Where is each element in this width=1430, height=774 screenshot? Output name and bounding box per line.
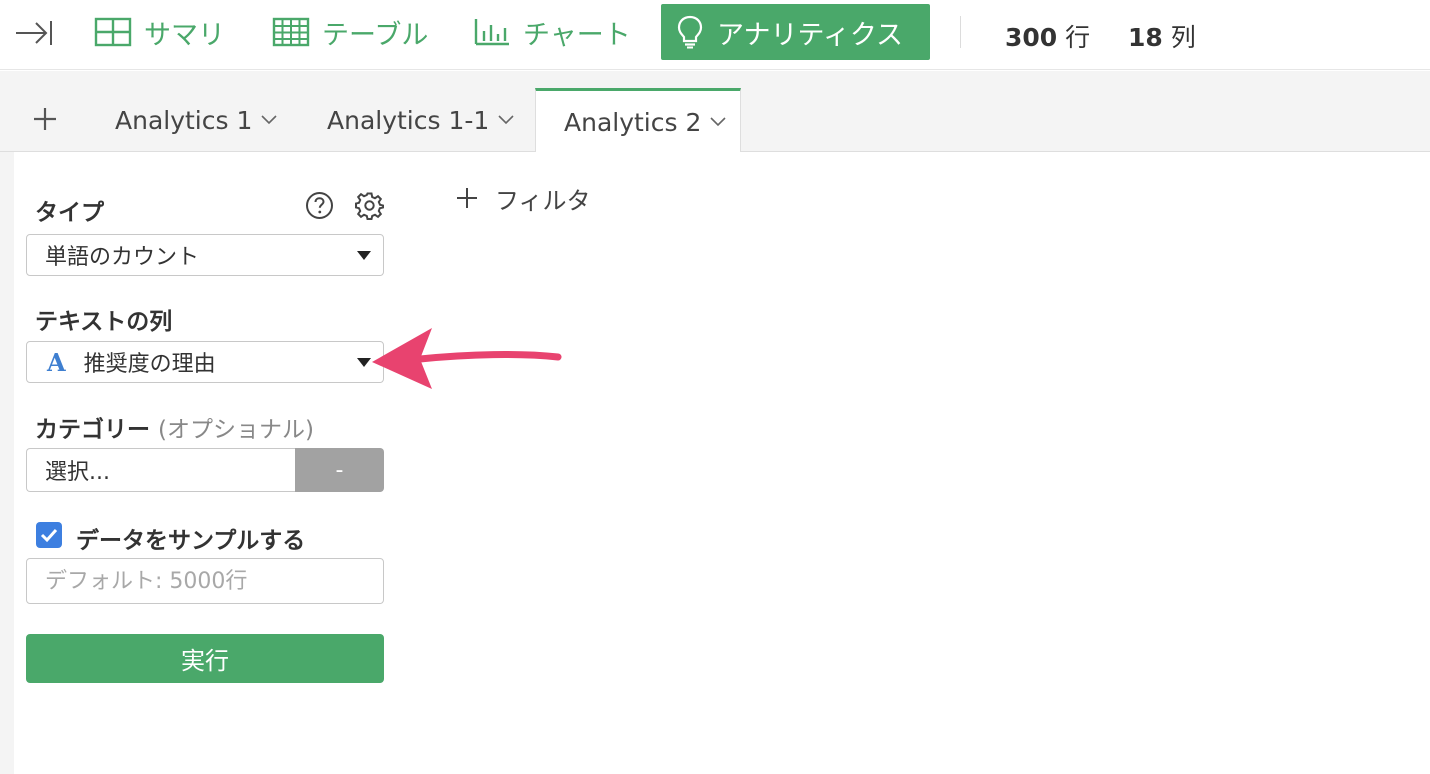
chevron-down-icon bbox=[261, 115, 277, 125]
plus-icon bbox=[457, 188, 477, 208]
add-tab-icon[interactable] bbox=[30, 104, 60, 134]
row-count-value: 300 bbox=[1005, 23, 1058, 52]
sample-data-label: データをサンプルする bbox=[76, 528, 306, 554]
tab-label: Analytics 2 bbox=[564, 107, 702, 137]
category-label-text: カテゴリー bbox=[35, 417, 150, 443]
type-select[interactable]: 単語のカウント bbox=[26, 234, 384, 276]
text-column-label: テキストの列 bbox=[35, 309, 173, 335]
chart-label: チャート bbox=[523, 19, 631, 51]
help-icon[interactable] bbox=[305, 191, 334, 220]
summary-icon bbox=[94, 17, 132, 47]
column-count-value: 18 bbox=[1128, 23, 1163, 52]
sample-size-input[interactable] bbox=[26, 558, 384, 604]
chevron-down-icon bbox=[710, 117, 726, 127]
caret-down-icon bbox=[357, 358, 371, 367]
left-edge bbox=[0, 152, 14, 774]
tab-analytics-2[interactable]: Analytics 2 bbox=[535, 88, 741, 153]
text-column-select[interactable]: A 推奨度の理由 bbox=[26, 341, 384, 383]
checkmark-icon bbox=[40, 528, 58, 543]
add-filter-button[interactable]: フィルタ bbox=[455, 182, 591, 215]
chevron-down-icon bbox=[498, 115, 514, 125]
category-optional-text: (オプショナル) bbox=[158, 417, 314, 443]
analytics-button[interactable]: アナリティクス bbox=[661, 4, 930, 60]
category-select-value: 選択... bbox=[45, 460, 110, 485]
toolbar-divider bbox=[960, 16, 961, 48]
table-button[interactable]: テーブル bbox=[272, 4, 428, 60]
summary-label: サマリ bbox=[144, 19, 225, 51]
type-select-value: 単語のカウント bbox=[45, 245, 200, 270]
top-toolbar: サマリ テーブル チャート アナリティクス 300 行 18 列 bbox=[0, 0, 1430, 70]
tab-analytics-1-1[interactable]: Analytics 1-1 bbox=[327, 88, 515, 152]
category-clear-button[interactable]: - bbox=[295, 448, 384, 492]
tab-analytics-1[interactable]: Analytics 1 bbox=[115, 88, 278, 152]
chart-button[interactable]: チャート bbox=[473, 4, 631, 60]
caret-down-icon bbox=[357, 251, 371, 260]
text-column-value: 推奨度の理由 bbox=[83, 352, 216, 377]
column-count: 18 列 bbox=[1128, 18, 1196, 54]
bar-chart-icon bbox=[473, 17, 511, 47]
category-label: カテゴリー (オプショナル) bbox=[35, 410, 314, 444]
collapse-sidebar-icon[interactable] bbox=[14, 18, 54, 48]
column-count-unit: 列 bbox=[1170, 23, 1196, 52]
category-select[interactable]: 選択... bbox=[26, 448, 296, 492]
table-icon bbox=[272, 17, 310, 47]
table-label: テーブル bbox=[322, 19, 429, 51]
summary-button[interactable]: サマリ bbox=[94, 4, 225, 60]
run-button[interactable]: 実行 bbox=[26, 634, 384, 683]
row-count: 300 行 bbox=[1005, 18, 1090, 54]
tab-label: Analytics 1-1 bbox=[327, 105, 490, 135]
type-label: タイプ bbox=[35, 200, 104, 226]
character-type-icon: A bbox=[47, 347, 66, 377]
add-filter-label: フィルタ bbox=[495, 186, 591, 215]
row-count-unit: 行 bbox=[1065, 23, 1091, 52]
tab-label: Analytics 1 bbox=[115, 105, 253, 135]
lightbulb-icon bbox=[677, 15, 703, 49]
sample-data-checkbox[interactable] bbox=[36, 522, 62, 548]
analytics-label: アナリティクス bbox=[717, 19, 904, 51]
gear-icon[interactable] bbox=[355, 191, 384, 220]
